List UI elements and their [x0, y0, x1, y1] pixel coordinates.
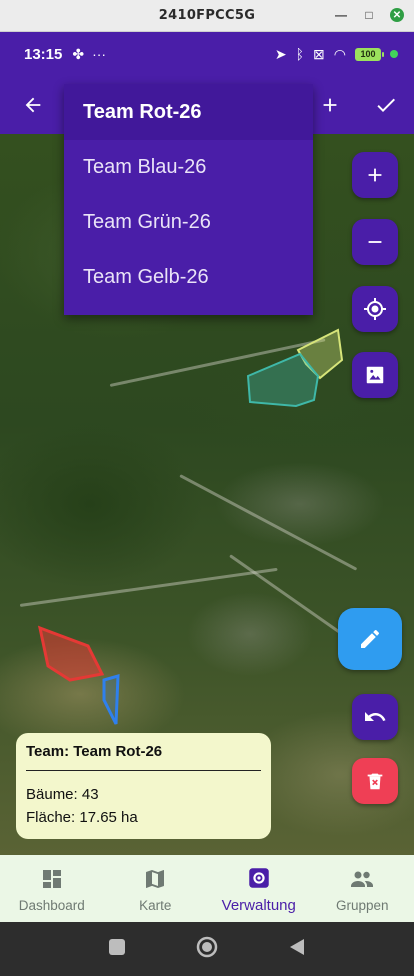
nav-item-verwaltung[interactable]: Verwaltung — [207, 855, 311, 922]
sim-icon: ⊠ — [313, 45, 325, 62]
window-titlebar: 2410FPCC5G — □ ✕ — [0, 0, 414, 32]
home-button[interactable] — [196, 936, 218, 963]
nav-item-gruppen[interactable]: Gruppen — [311, 855, 414, 922]
edit-button[interactable] — [338, 608, 402, 670]
fan-icon: ✤ — [72, 45, 85, 62]
bottom-navigation: Dashboard Karte Verwaltung Gruppen — [0, 855, 414, 922]
window-controls: — □ ✕ — [334, 8, 404, 22]
recents-button[interactable] — [108, 938, 126, 961]
info-card-trees: Bäume: 43 — [26, 786, 99, 803]
add-button[interactable] — [314, 89, 346, 121]
dropdown-option-team-gelb[interactable]: Team Gelb-26 — [64, 250, 313, 305]
polygon-blue-area[interactable] — [102, 673, 120, 725]
plus-icon — [368, 168, 382, 182]
arrow-back-icon — [25, 97, 41, 113]
info-card-divider — [26, 770, 261, 771]
confirm-button[interactable] — [370, 89, 402, 121]
dropdown-option-team-blau[interactable]: Team Blau-26 — [64, 140, 313, 195]
nav-label-verwaltung: Verwaltung — [221, 896, 296, 914]
nav-item-karte[interactable]: Karte — [104, 855, 208, 922]
back-nav-button[interactable] — [288, 938, 306, 961]
system-navigation-bar — [0, 922, 414, 976]
map-layer-button[interactable] — [352, 352, 398, 398]
battery-icon: 100 — [355, 47, 384, 61]
dropdown-option-team-rot[interactable]: Team Rot-26 — [64, 84, 313, 140]
back-button[interactable] — [17, 89, 49, 121]
nav-label-dashboard: Dashboard — [18, 897, 85, 913]
wifi-icon: ◠ — [333, 45, 346, 62]
status-bar: 13:15 ✤ ··· ➤ ᛒ ⊠ ◠ 100 — [0, 32, 414, 76]
info-card-title: Team: Team Rot-26 — [26, 743, 163, 760]
undo-button[interactable] — [352, 694, 398, 740]
window-title: 2410FPCC5G — [158, 8, 256, 23]
my-location-button[interactable] — [352, 286, 398, 332]
privacy-dot — [390, 50, 398, 58]
more-notifications-icon: ··· — [92, 45, 107, 62]
status-time: 13:15 — [24, 45, 63, 63]
nav-label-karte: Karte — [139, 897, 172, 913]
zoom-in-button[interactable] — [352, 152, 398, 198]
location-icon: ➤ — [274, 45, 287, 62]
info-card-area: Fläche: 17.65 ha — [26, 809, 138, 826]
zoom-out-button[interactable] — [352, 219, 398, 265]
circle-icon — [196, 936, 218, 957]
plus-icon — [323, 98, 337, 112]
maximize-icon[interactable]: □ — [362, 8, 376, 22]
bluetooth-icon: ᛒ — [295, 46, 305, 62]
team-info-card: Team: Team Rot-26 Bäume: 43 Fläche: 17.6… — [16, 733, 271, 839]
close-icon[interactable]: ✕ — [390, 8, 404, 22]
gps-icon — [364, 298, 386, 320]
trash-icon — [367, 773, 383, 790]
delete-button[interactable] — [352, 758, 398, 804]
group-icon — [349, 865, 375, 893]
image-icon — [366, 366, 384, 384]
triangle-back-icon — [290, 938, 304, 955]
nav-label-gruppen: Gruppen — [335, 897, 389, 913]
dashboard-icon — [40, 865, 64, 893]
polygon-red-area[interactable] — [37, 625, 105, 682]
settings-icon — [246, 864, 272, 892]
pencil-icon — [361, 630, 379, 648]
map-icon — [143, 865, 167, 893]
square-icon — [109, 938, 125, 955]
team-dropdown-menu[interactable]: Team Rot-26 Team Blau-26 Team Grün-26 Te… — [64, 84, 313, 315]
check-icon — [377, 98, 395, 112]
nav-item-dashboard[interactable]: Dashboard — [0, 855, 104, 922]
minus-icon — [368, 241, 382, 243]
polygon-teal-area[interactable] — [246, 352, 320, 408]
dropdown-option-team-gruen[interactable]: Team Grün-26 — [64, 195, 313, 250]
undo-icon — [365, 712, 386, 721]
minimize-icon[interactable]: — — [334, 8, 348, 22]
